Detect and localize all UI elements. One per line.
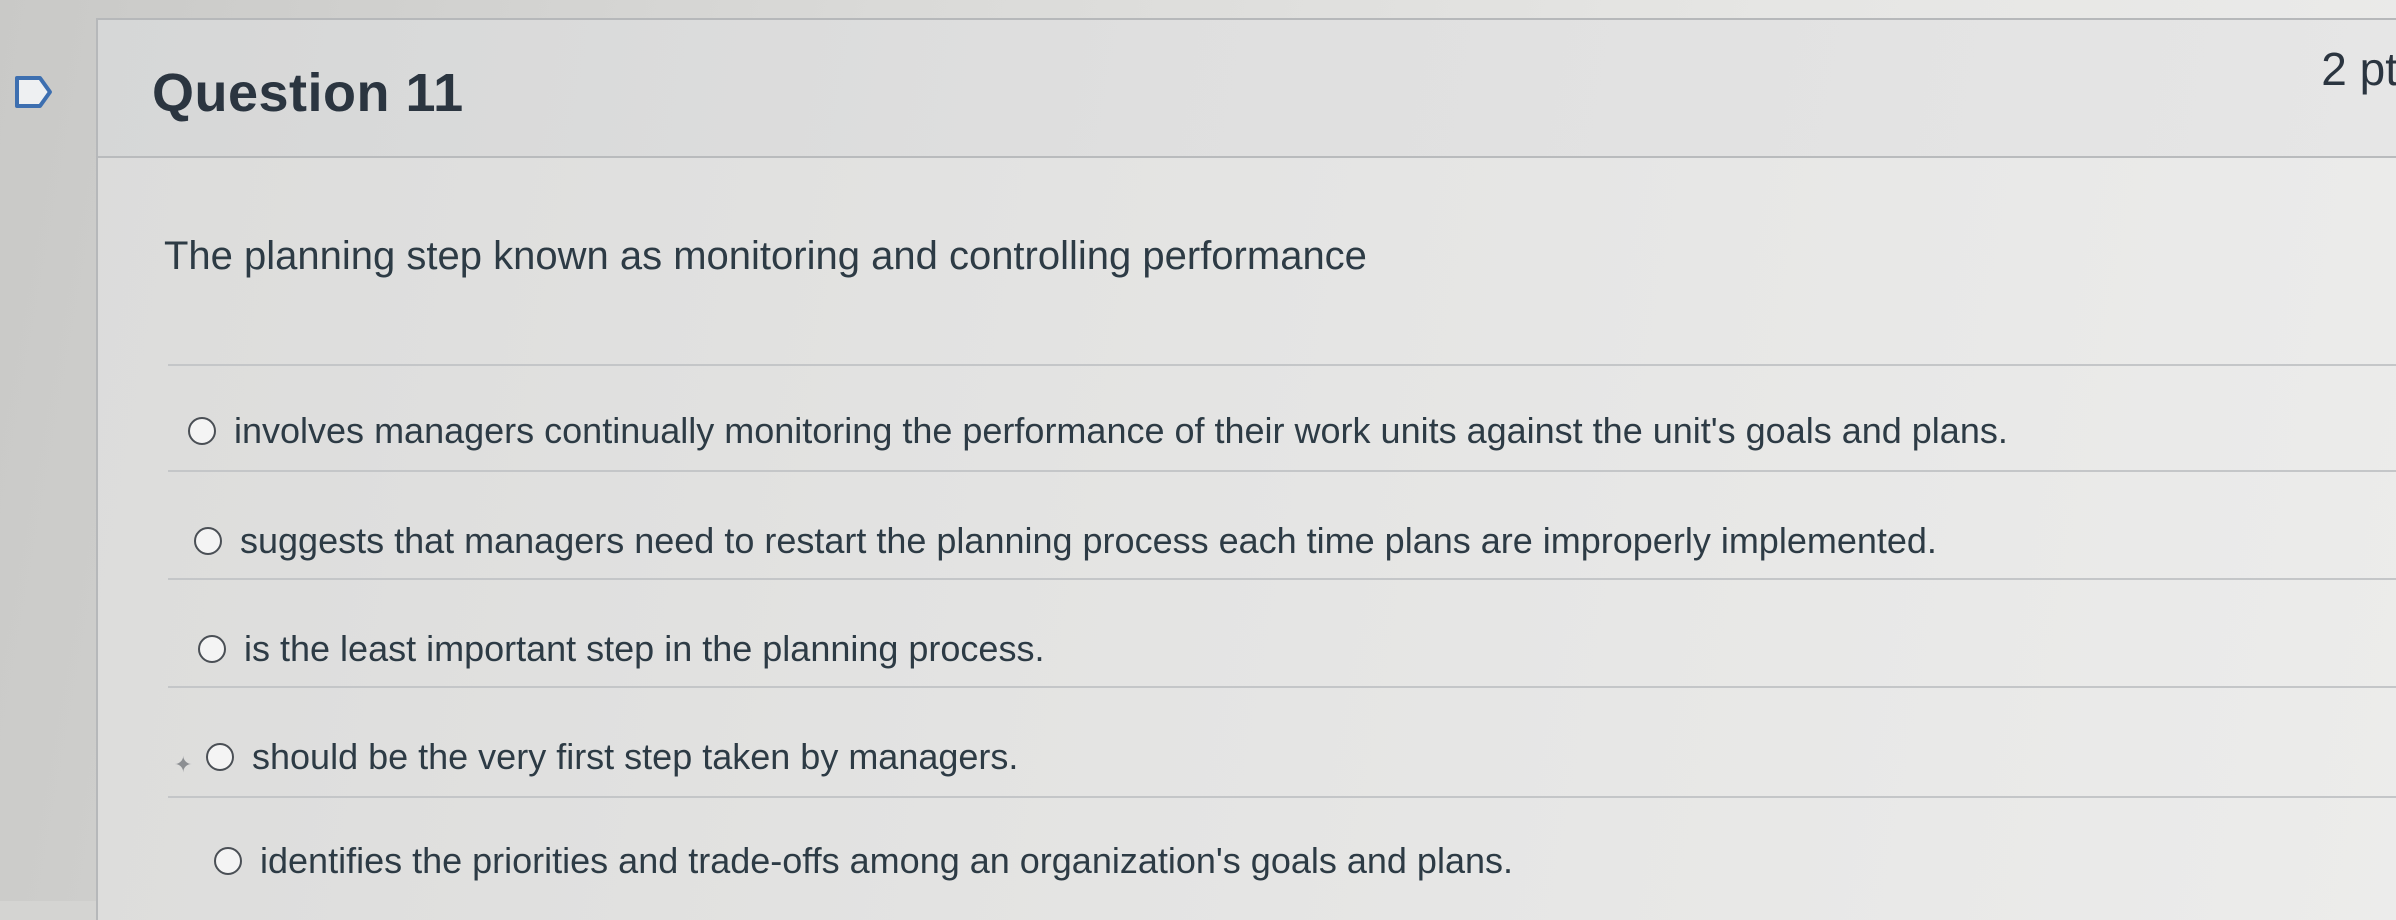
flag-question-icon[interactable]: [14, 70, 54, 114]
divider: [168, 686, 2396, 688]
radio-button[interactable]: [198, 635, 226, 663]
answer-option-2[interactable]: suggests that managers need to restart t…: [194, 520, 1937, 562]
divider: [168, 470, 2396, 472]
quiz-page: Question 11 2 pt The planning step known…: [0, 0, 2396, 920]
answer-option-1[interactable]: involves managers continually monitoring…: [188, 410, 2008, 452]
answer-label: involves managers continually monitoring…: [234, 410, 2008, 451]
question-points: 2 pt: [2321, 43, 2396, 95]
answer-label: should be the very first step taken by m…: [252, 736, 1019, 777]
answer-label: identifies the priorities and trade-offs…: [260, 840, 1513, 881]
divider: [168, 796, 2396, 798]
question-title: Question 11: [152, 63, 464, 123]
question-card: Question 11 2 pt The planning step known…: [96, 18, 2396, 920]
answer-option-3[interactable]: is the least important step in the plann…: [198, 628, 1044, 670]
answer-option-5[interactable]: identifies the priorities and trade-offs…: [214, 840, 1513, 882]
divider: [168, 578, 2396, 580]
answer-label: is the least important step in the plann…: [244, 628, 1045, 669]
question-prompt: The planning step known as monitoring an…: [164, 234, 1367, 278]
answer-label: suggests that managers need to restart t…: [240, 520, 1937, 561]
mouse-cursor-icon: ✦: [174, 752, 193, 777]
radio-button[interactable]: [194, 527, 222, 555]
divider: [168, 364, 2396, 366]
answer-option-4[interactable]: should be the very first step taken by m…: [206, 736, 1018, 778]
radio-button[interactable]: [214, 847, 242, 875]
question-header: Question 11 2 pt: [98, 20, 2396, 158]
radio-button[interactable]: [206, 743, 234, 771]
radio-button[interactable]: [188, 417, 216, 445]
